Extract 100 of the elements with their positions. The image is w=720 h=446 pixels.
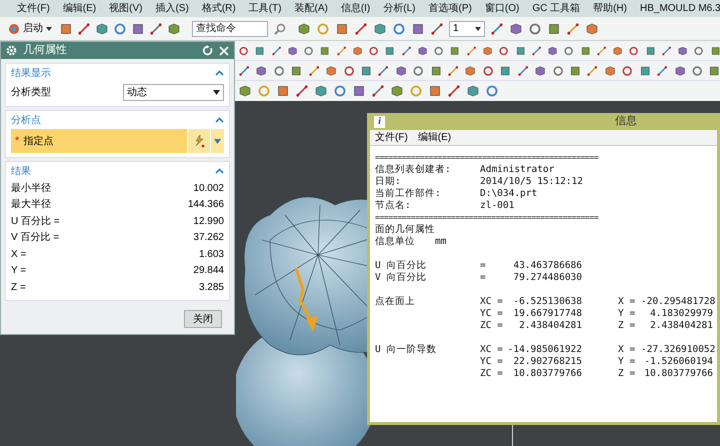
section-header[interactable]: 结果显示	[11, 66, 51, 80]
tool-icon[interactable]	[430, 64, 442, 76]
tool-icon[interactable]	[466, 44, 476, 56]
chevron-icon[interactable]	[215, 117, 224, 123]
tool-icon[interactable]	[448, 64, 458, 76]
tool-icon[interactable]	[298, 22, 310, 34]
tool-icon[interactable]	[450, 44, 460, 56]
analysis-type-dropdown[interactable]: 动态	[123, 84, 224, 100]
dropdown-button[interactable]	[211, 129, 224, 153]
tool-icon[interactable]	[326, 64, 337, 76]
tool-icon[interactable]	[239, 85, 251, 97]
tool-icon[interactable]	[548, 22, 560, 34]
tool-icon[interactable]	[613, 44, 622, 56]
specify-point-field[interactable]: * 指定点	[11, 129, 187, 153]
tool-icon[interactable]	[532, 44, 542, 56]
reset-icon[interactable]	[202, 45, 213, 56]
tool-icon[interactable]	[291, 64, 302, 76]
tool-icon[interactable]	[296, 85, 308, 97]
tool-icon[interactable]	[518, 64, 528, 76]
tool-icon[interactable]	[692, 64, 702, 76]
section-header[interactable]: 结果	[11, 164, 31, 178]
tool-icon[interactable]	[567, 22, 579, 34]
tool-icon[interactable]	[277, 85, 289, 97]
tool-icon[interactable]	[402, 44, 411, 56]
menu-item[interactable]: 装配(A)	[294, 1, 328, 16]
tool-icon[interactable]	[315, 85, 327, 97]
tool-icon[interactable]	[396, 64, 406, 76]
section-header[interactable]: 分析点	[11, 112, 41, 128]
tool-icon[interactable]	[320, 44, 330, 56]
tool-icon[interactable]	[385, 44, 395, 56]
tool-icon[interactable]	[334, 85, 346, 97]
tool-icon[interactable]	[336, 22, 348, 34]
tool-icon[interactable]	[272, 44, 281, 56]
tool-icon[interactable]	[255, 44, 265, 56]
tool-icon[interactable]	[486, 85, 498, 97]
tool-icon[interactable]	[646, 44, 655, 56]
point-select-button[interactable]	[188, 129, 210, 153]
tool-icon[interactable]	[640, 64, 650, 76]
tool-icon[interactable]	[499, 44, 509, 56]
tool-icon[interactable]	[96, 22, 108, 34]
tool-icon[interactable]	[500, 64, 511, 76]
tool-icon[interactable]	[60, 22, 72, 34]
close-button[interactable]: 关闭	[184, 310, 222, 328]
menu-item[interactable]: 编辑(E)	[418, 130, 452, 145]
tool-icon[interactable]	[570, 64, 580, 76]
menu-item[interactable]: HB_MOULD M6.3	[640, 1, 720, 16]
menu-item[interactable]: GC 工具箱	[532, 1, 580, 16]
tool-icon[interactable]	[586, 22, 598, 34]
tool-icon[interactable]	[535, 64, 546, 76]
menu-item[interactable]: 插入(S)	[155, 1, 189, 16]
menu-item[interactable]: 编辑(E)	[62, 1, 96, 16]
tool-icon[interactable]	[413, 64, 424, 76]
tool-icon[interactable]	[657, 64, 668, 76]
tool-icon[interactable]	[516, 44, 525, 56]
tool-icon[interactable]	[482, 64, 494, 76]
tool-icon[interactable]	[510, 22, 522, 34]
tool-icon[interactable]	[369, 44, 378, 56]
tool-icon[interactable]	[114, 22, 126, 34]
menu-item[interactable]: 工具(T)	[248, 1, 282, 16]
search-field[interactable]: 查找命令	[192, 20, 268, 36]
tool-icon[interactable]	[353, 85, 365, 97]
tool-icon[interactable]	[412, 22, 424, 34]
tool-icon[interactable]	[429, 85, 441, 97]
tool-icon[interactable]	[78, 22, 90, 34]
tool-icon[interactable]	[694, 44, 704, 56]
tool-icon[interactable]	[352, 44, 362, 56]
tool-icon[interactable]	[587, 64, 598, 76]
tool-icon[interactable]	[393, 22, 405, 34]
tool-icon[interactable]	[552, 64, 564, 76]
menu-item[interactable]: 帮助(H)	[593, 1, 627, 16]
tool-icon[interactable]	[372, 85, 384, 97]
tool-icon[interactable]	[434, 44, 444, 56]
tool-icon[interactable]	[467, 85, 479, 97]
menu-item[interactable]: 视图(V)	[109, 1, 142, 16]
tool-icon[interactable]	[374, 22, 386, 34]
tool-icon[interactable]	[168, 22, 180, 34]
tool-icon[interactable]	[360, 64, 372, 76]
tool-icon[interactable]	[629, 44, 639, 56]
menu-item[interactable]: 分析(L)	[383, 1, 416, 16]
tool-icon[interactable]	[604, 64, 616, 76]
tool-icon[interactable]	[239, 44, 248, 56]
tool-icon[interactable]	[622, 64, 633, 76]
tool-icon[interactable]	[418, 44, 428, 56]
tool-icon[interactable]	[378, 64, 389, 76]
tool-icon[interactable]	[344, 64, 354, 76]
tool-icon[interactable]	[274, 64, 284, 76]
menu-item[interactable]: 文件(F)	[17, 1, 50, 16]
tool-icon[interactable]	[662, 44, 672, 56]
tool-icon[interactable]	[336, 44, 346, 56]
tool-icon[interactable]	[239, 64, 250, 76]
tool-icon[interactable]	[548, 44, 558, 56]
search-icon[interactable]	[274, 22, 286, 34]
start-button[interactable]: 启动	[6, 20, 54, 38]
tool-icon[interactable]	[491, 22, 503, 34]
tool-icon[interactable]	[150, 22, 162, 34]
tool-icon[interactable]	[580, 44, 590, 56]
menu-item[interactable]: 格式(R)	[202, 1, 236, 16]
tool-icon[interactable]	[710, 44, 720, 56]
tool-icon[interactable]	[465, 64, 476, 76]
menu-item[interactable]: 首选项(P)	[428, 1, 472, 16]
